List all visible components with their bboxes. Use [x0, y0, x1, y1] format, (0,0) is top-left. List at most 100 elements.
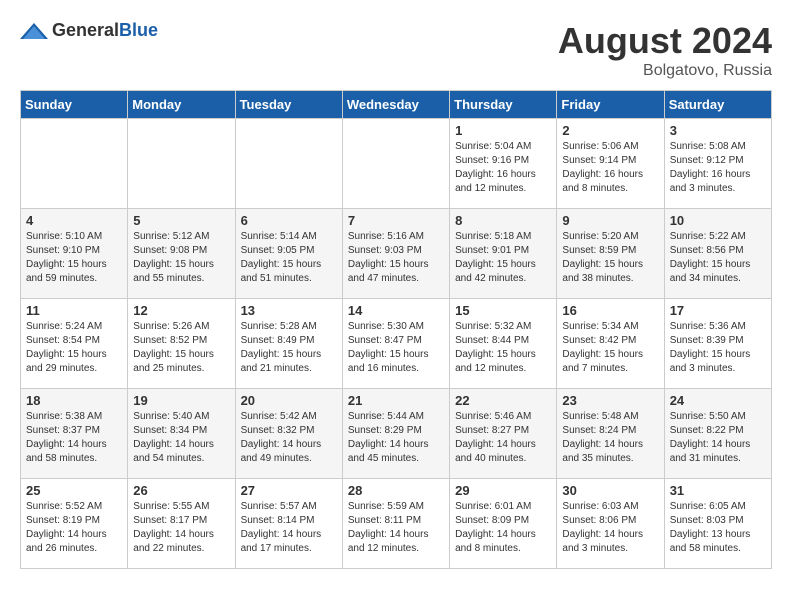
calendar-cell: 11 Sunrise: 5:24 AM Sunset: 8:54 PM Dayli…: [21, 299, 128, 389]
day-info: Sunrise: 6:01 AM Sunset: 8:09 PM Dayligh…: [455, 500, 551, 556]
day-number: 21: [348, 393, 444, 408]
weekday-header-row: SundayMondayTuesdayWednesdayThursdayFrid…: [21, 91, 772, 119]
day-number: 19: [133, 393, 229, 408]
month-title: August 2024: [558, 20, 772, 62]
day-info: Sunrise: 5:14 AM Sunset: 9:05 PM Dayligh…: [241, 230, 337, 286]
calendar-cell: 13 Sunrise: 5:28 AM Sunset: 8:49 PM Dayli…: [235, 299, 342, 389]
day-number: 24: [670, 393, 766, 408]
calendar-cell: 29Sunrise: 6:01 AM Sunset: 8:09 PM Dayli…: [450, 479, 557, 569]
calendar-cell: 2Sunrise: 5:06 AM Sunset: 9:14 PM Daylig…: [557, 119, 664, 209]
day-number: 22: [455, 393, 551, 408]
day-info: Sunrise: 5:20 AM Sunset: 8:59 PM Dayligh…: [562, 230, 658, 286]
title-area: August 2024 Bolgatovo, Russia: [558, 20, 772, 80]
day-number: 6: [241, 213, 337, 228]
calendar-week-row: 1 Sunrise: 5:04 AM Sunset: 9:16 PM Daylig…: [21, 119, 772, 209]
calendar-cell: 14Sunrise: 5:30 AM Sunset: 8:47 PM Dayli…: [342, 299, 449, 389]
day-info: Sunrise: 5:32 AM Sunset: 8:44 PM Dayligh…: [455, 320, 551, 376]
calendar-week-row: 11 Sunrise: 5:24 AM Sunset: 8:54 PM Dayli…: [21, 299, 772, 389]
day-number: 17: [670, 303, 766, 318]
weekday-header: Friday: [557, 91, 664, 119]
calendar-cell: 18 Sunrise: 5:38 AM Sunset: 8:37 PM Dayli…: [21, 389, 128, 479]
day-info: Sunrise: 5:50 AM Sunset: 8:22 PM Dayligh…: [670, 410, 766, 466]
day-number: 3: [670, 123, 766, 138]
weekday-header: Wednesday: [342, 91, 449, 119]
day-info: Sunrise: 5:40 AM Sunset: 8:34 PM Dayligh…: [133, 410, 229, 466]
calendar-cell: 25Sunrise: 5:52 AM Sunset: 8:19 PM Dayli…: [21, 479, 128, 569]
calendar-cell: 17 Sunrise: 5:36 AM Sunset: 8:39 PM Dayli…: [664, 299, 771, 389]
day-number: 30: [562, 483, 658, 498]
day-info: Sunrise: 5:04 AM Sunset: 9:16 PM Dayligh…: [455, 140, 551, 196]
weekday-header: Saturday: [664, 91, 771, 119]
page-header: GeneralBlue August 2024 Bolgatovo, Russi…: [20, 20, 772, 80]
day-info: Sunrise: 5:48 AM Sunset: 8:24 PM Dayligh…: [562, 410, 658, 466]
day-info: Sunrise: 5:24 AM Sunset: 8:54 PM Dayligh…: [26, 320, 122, 376]
calendar-week-row: 18 Sunrise: 5:38 AM Sunset: 8:37 PM Dayli…: [21, 389, 772, 479]
day-info: Sunrise: 5:12 AM Sunset: 9:08 PM Dayligh…: [133, 230, 229, 286]
calendar-table: SundayMondayTuesdayWednesdayThursdayFrid…: [20, 90, 772, 569]
day-number: 16: [562, 303, 658, 318]
day-info: Sunrise: 5:10 AM Sunset: 9:10 PM Dayligh…: [26, 230, 122, 286]
day-number: 4: [26, 213, 122, 228]
calendar-cell: 16 Sunrise: 5:34 AM Sunset: 8:42 PM Dayli…: [557, 299, 664, 389]
calendar-cell: 19 Sunrise: 5:40 AM Sunset: 8:34 PM Dayli…: [128, 389, 235, 479]
calendar-cell: 20 Sunrise: 5:42 AM Sunset: 8:32 PM Dayli…: [235, 389, 342, 479]
weekday-header: Thursday: [450, 91, 557, 119]
logo-general-text: General: [52, 20, 119, 40]
day-number: 23: [562, 393, 658, 408]
day-number: 28: [348, 483, 444, 498]
day-number: 9: [562, 213, 658, 228]
day-number: 10: [670, 213, 766, 228]
calendar-cell: 21 Sunrise: 5:44 AM Sunset: 8:29 PM Dayli…: [342, 389, 449, 479]
calendar-cell: 9 Sunrise: 5:20 AM Sunset: 8:59 PM Daylig…: [557, 209, 664, 299]
day-info: Sunrise: 5:38 AM Sunset: 8:37 PM Dayligh…: [26, 410, 122, 466]
day-number: 18: [26, 393, 122, 408]
day-number: 25: [26, 483, 122, 498]
calendar-cell: 15 Sunrise: 5:32 AM Sunset: 8:44 PM Dayli…: [450, 299, 557, 389]
calendar-cell: 23 Sunrise: 5:48 AM Sunset: 8:24 PM Dayli…: [557, 389, 664, 479]
calendar-week-row: 4 Sunrise: 5:10 AM Sunset: 9:10 PM Daylig…: [21, 209, 772, 299]
calendar-cell: 10 Sunrise: 5:22 AM Sunset: 8:56 PM Dayli…: [664, 209, 771, 299]
day-number: 1: [455, 123, 551, 138]
calendar-cell: [342, 119, 449, 209]
calendar-cell: 12Sunrise: 5:26 AM Sunset: 8:52 PM Dayli…: [128, 299, 235, 389]
day-info: Sunrise: 5:08 AM Sunset: 9:12 PM Dayligh…: [670, 140, 766, 196]
day-number: 31: [670, 483, 766, 498]
day-number: 13: [241, 303, 337, 318]
day-number: 27: [241, 483, 337, 498]
day-info: Sunrise: 5:59 AM Sunset: 8:11 PM Dayligh…: [348, 500, 444, 556]
calendar-cell: 30 Sunrise: 6:03 AM Sunset: 8:06 PM Dayli…: [557, 479, 664, 569]
calendar-cell: 6 Sunrise: 5:14 AM Sunset: 9:05 PM Daylig…: [235, 209, 342, 299]
day-number: 15: [455, 303, 551, 318]
day-number: 26: [133, 483, 229, 498]
weekday-header: Tuesday: [235, 91, 342, 119]
calendar-cell: [21, 119, 128, 209]
calendar-cell: 7 Sunrise: 5:16 AM Sunset: 9:03 PM Daylig…: [342, 209, 449, 299]
day-number: 7: [348, 213, 444, 228]
day-info: Sunrise: 5:57 AM Sunset: 8:14 PM Dayligh…: [241, 500, 337, 556]
logo-icon: [20, 21, 48, 41]
day-number: 11: [26, 303, 122, 318]
day-number: 20: [241, 393, 337, 408]
day-info: Sunrise: 5:22 AM Sunset: 8:56 PM Dayligh…: [670, 230, 766, 286]
weekday-header: Sunday: [21, 91, 128, 119]
day-info: Sunrise: 5:36 AM Sunset: 8:39 PM Dayligh…: [670, 320, 766, 376]
calendar-cell: 24 Sunrise: 5:50 AM Sunset: 8:22 PM Dayli…: [664, 389, 771, 479]
day-number: 14: [348, 303, 444, 318]
calendar-cell: 4 Sunrise: 5:10 AM Sunset: 9:10 PM Daylig…: [21, 209, 128, 299]
day-info: Sunrise: 5:26 AM Sunset: 8:52 PM Dayligh…: [133, 320, 229, 376]
calendar-week-row: 25Sunrise: 5:52 AM Sunset: 8:19 PM Dayli…: [21, 479, 772, 569]
weekday-header: Monday: [128, 91, 235, 119]
day-info: Sunrise: 5:28 AM Sunset: 8:49 PM Dayligh…: [241, 320, 337, 376]
calendar-cell: 8Sunrise: 5:18 AM Sunset: 9:01 PM Daylig…: [450, 209, 557, 299]
calendar-cell: 28 Sunrise: 5:59 AM Sunset: 8:11 PM Dayli…: [342, 479, 449, 569]
day-info: Sunrise: 5:16 AM Sunset: 9:03 PM Dayligh…: [348, 230, 444, 286]
day-info: Sunrise: 5:42 AM Sunset: 8:32 PM Dayligh…: [241, 410, 337, 466]
day-info: Sunrise: 5:34 AM Sunset: 8:42 PM Dayligh…: [562, 320, 658, 376]
calendar-cell: 5 Sunrise: 5:12 AM Sunset: 9:08 PM Daylig…: [128, 209, 235, 299]
calendar-cell: 22 Sunrise: 5:46 AM Sunset: 8:27 PM Dayli…: [450, 389, 557, 479]
day-info: Sunrise: 5:44 AM Sunset: 8:29 PM Dayligh…: [348, 410, 444, 466]
day-number: 5: [133, 213, 229, 228]
day-info: Sunrise: 6:03 AM Sunset: 8:06 PM Dayligh…: [562, 500, 658, 556]
day-info: Sunrise: 5:46 AM Sunset: 8:27 PM Dayligh…: [455, 410, 551, 466]
day-info: Sunrise: 6:05 AM Sunset: 8:03 PM Dayligh…: [670, 500, 766, 556]
